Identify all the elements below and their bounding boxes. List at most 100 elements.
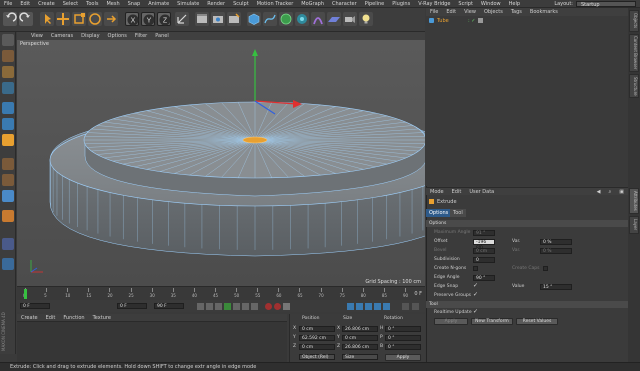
key-rotation-icon[interactable] (365, 303, 372, 310)
b-rotation-field[interactable]: 0 ° (385, 344, 421, 350)
timeline-settings-icon[interactable] (402, 303, 409, 310)
key-scale-icon[interactable] (356, 303, 363, 310)
material-manager[interactable] (17, 322, 287, 362)
previous-key-icon[interactable] (206, 303, 213, 310)
z-size-field[interactable]: 26.806 cm (342, 344, 378, 350)
create-caps-checkbox[interactable] (543, 266, 548, 271)
soft-selection-icon[interactable] (2, 210, 14, 222)
offset-var-field[interactable]: 0 % (540, 239, 572, 245)
start-frame-field[interactable]: 0 F (20, 303, 50, 309)
previous-frame-icon[interactable] (215, 303, 222, 310)
x-axis-lock[interactable]: X (125, 12, 139, 26)
play-icon[interactable] (224, 303, 231, 310)
offset-field[interactable]: -196 cm (473, 239, 495, 250)
end-frame-field[interactable]: 90 F (154, 303, 184, 309)
tag-icon[interactable] (478, 18, 483, 23)
menu-create[interactable]: Create (34, 1, 59, 7)
key-parameter-icon[interactable] (374, 303, 381, 310)
viewport-menu-filter[interactable]: Filter (131, 33, 151, 39)
coordinate-mode-select[interactable]: Object (Rel) (299, 354, 335, 360)
menu-edit[interactable]: Edit (16, 1, 34, 7)
material-menu-function[interactable]: Function (59, 315, 88, 321)
menu-mograph[interactable]: MoGraph (297, 1, 328, 7)
size-mode-select[interactable]: Size (342, 354, 378, 360)
menu-simulate[interactable]: Simulate (173, 1, 203, 7)
menu-pipeline[interactable]: Pipeline (361, 1, 389, 7)
key-point-level-icon[interactable] (383, 303, 390, 310)
spline-pen-icon[interactable] (263, 12, 277, 26)
menu-render[interactable]: Render (203, 1, 229, 7)
texture-mode-icon[interactable] (2, 66, 14, 78)
obj-menu-tags[interactable]: Tags (507, 9, 526, 15)
menu-snap[interactable]: Snap (124, 1, 145, 7)
layout-select[interactable]: Startup (576, 0, 636, 8)
obj-menu-file[interactable]: File (426, 9, 442, 15)
x-size-field[interactable]: 26.806 cm (342, 326, 378, 332)
workplane-icon[interactable] (2, 82, 14, 94)
move-tool-icon[interactable] (56, 12, 70, 26)
menu-plugins[interactable]: Plugins (388, 1, 414, 7)
rotate-tool-icon[interactable] (88, 12, 102, 26)
attr-menu-edit[interactable]: Edit (448, 189, 466, 195)
polygons-mode-icon[interactable] (2, 134, 14, 146)
layers-icon[interactable] (2, 258, 14, 270)
edge-snap-checkbox[interactable]: ✓ (473, 283, 479, 289)
new-transform-button[interactable]: New Transform (471, 318, 513, 325)
snapping-icon[interactable] (2, 190, 14, 202)
coordinate-system-icon[interactable] (175, 12, 189, 26)
menu-help[interactable]: Help (505, 1, 524, 7)
tab-layer[interactable]: Layer (629, 216, 639, 234)
menu-select[interactable]: Select (59, 1, 82, 7)
bend-deformer-icon[interactable] (311, 12, 325, 26)
options-section-header[interactable]: Options (426, 220, 628, 227)
key-position-icon[interactable] (347, 303, 354, 310)
obj-menu-bookmarks[interactable]: Bookmarks (526, 9, 562, 15)
menu-window[interactable]: Window (477, 1, 505, 7)
3d-viewport[interactable]: Perspective Grid Spacing : 100 cm (17, 40, 425, 286)
go-to-end-icon[interactable] (251, 303, 258, 310)
menu-vray-bridge[interactable]: V-Ray Bridge (414, 1, 454, 7)
scale-tool-icon[interactable] (72, 12, 86, 26)
make-editable-icon[interactable] (2, 34, 14, 46)
menu-motion-tracker[interactable]: Motion Tracker (253, 1, 298, 7)
obj-menu-edit[interactable]: Edit (442, 9, 460, 15)
value-field[interactable]: 15 ° (540, 284, 572, 290)
viewport-menu-panel[interactable]: Panel (151, 33, 173, 39)
object-row-tube[interactable]: Tube : ✓ (426, 17, 628, 25)
autokey-icon[interactable] (274, 303, 281, 310)
menu-tools[interactable]: Tools (82, 1, 102, 7)
model-mode-icon[interactable] (2, 50, 14, 62)
render-settings-icon[interactable] (227, 12, 241, 26)
undo-icon[interactable] (3, 12, 17, 26)
tool-section-header[interactable]: Tool (426, 301, 628, 308)
viewport-menu-options[interactable]: Options (104, 33, 131, 39)
lock-workplane-icon[interactable] (2, 238, 14, 250)
tab-options[interactable]: Options (426, 209, 452, 217)
menu-file[interactable]: File (0, 1, 16, 7)
timeline-menu-icon[interactable] (412, 303, 419, 310)
tab-attributes[interactable]: Attributes (629, 188, 639, 214)
floor-icon[interactable] (327, 12, 341, 26)
y-position-field[interactable]: 62.592 cm (299, 335, 335, 341)
redo-icon[interactable] (19, 12, 33, 26)
x-position-field[interactable]: 0 cm (299, 326, 335, 332)
subdivision-surface-icon[interactable] (279, 12, 293, 26)
tab-content-browser[interactable]: Content Browser (629, 34, 639, 72)
tweak-mode-icon[interactable] (2, 174, 14, 186)
lock-icon[interactable]: ▣ (615, 189, 628, 195)
bevel-var-field[interactable]: 0 % (540, 248, 572, 254)
next-key-icon[interactable] (242, 303, 249, 310)
menu-animate[interactable]: Animate (144, 1, 173, 7)
create-ngons-checkbox[interactable] (473, 266, 478, 271)
search-icon[interactable]: ⌕ (604, 189, 615, 195)
axis-mode-icon[interactable] (2, 158, 14, 170)
apply-tool-button[interactable]: Apply (434, 318, 468, 325)
material-menu-texture[interactable]: Texture (89, 315, 115, 321)
obj-menu-objects[interactable]: Objects (480, 9, 507, 15)
light-icon[interactable] (359, 12, 373, 26)
bevel-field[interactable]: 0 cm (473, 248, 495, 254)
recent-tools-icon[interactable] (104, 12, 118, 26)
points-mode-icon[interactable] (2, 102, 14, 114)
visibility-dots[interactable]: : ✓ (468, 18, 475, 24)
back-arrow-icon[interactable]: ◀ (593, 189, 605, 195)
